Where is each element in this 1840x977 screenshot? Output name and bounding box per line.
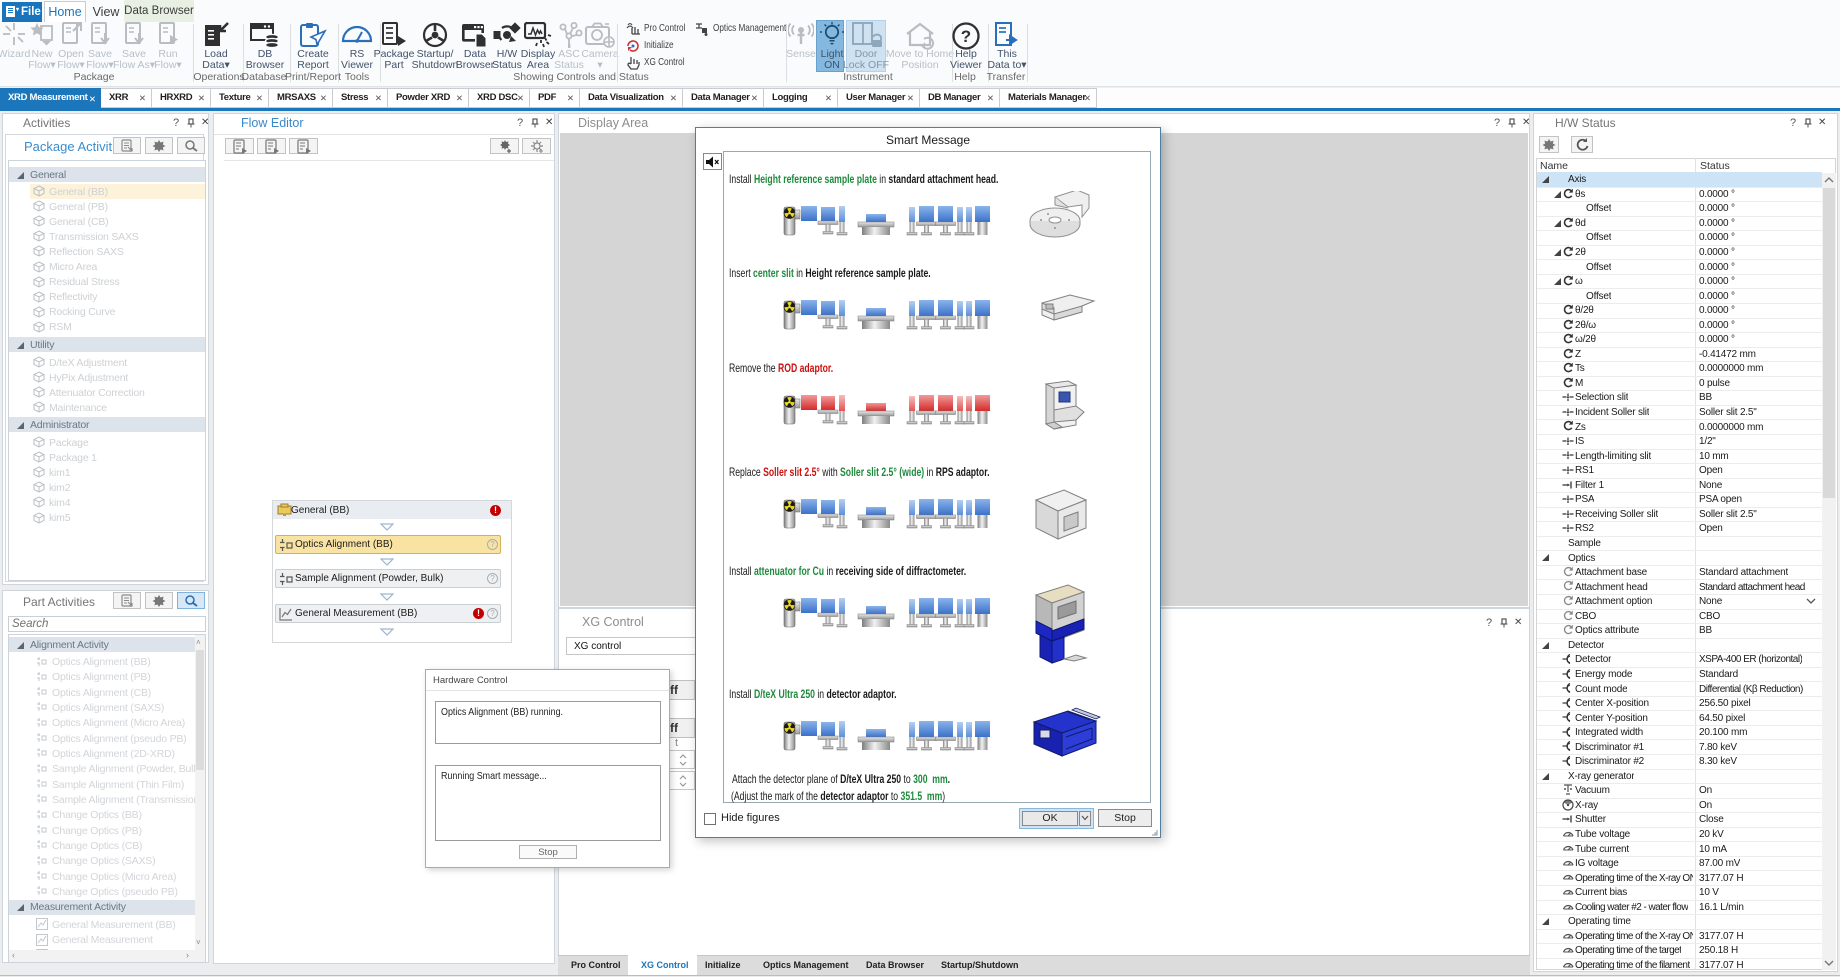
svg-text:?: ?	[961, 27, 971, 46]
